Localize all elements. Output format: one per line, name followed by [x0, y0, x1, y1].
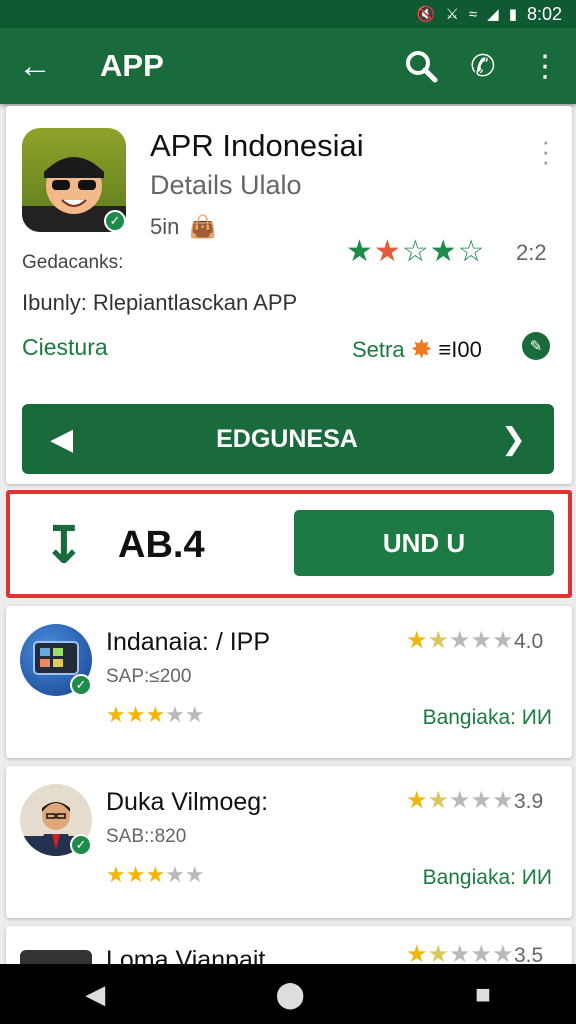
signal-icon: ◢ — [487, 6, 499, 23]
chevron-left-icon[interactable]: ◀ — [50, 422, 73, 457]
carousel-label: EDGUNESA — [216, 424, 358, 453]
download-value: AB.4 — [118, 524, 205, 566]
nav-recents-icon[interactable]: ■ — [475, 979, 491, 1010]
download-row: ↧ AB.4 UND U — [6, 490, 572, 598]
setra-value: ≡I00 — [438, 336, 482, 362]
app-title: APR Indonesiai — [150, 128, 364, 163]
phone-icon[interactable]: ✆ — [452, 35, 514, 97]
list-item-subtitle: SAP:≤200 — [106, 666, 192, 687]
list-item-rating: 3.5 — [514, 944, 544, 966]
list-item-title: Duka Vilmoeɡ: — [106, 788, 269, 816]
list-item-rating-stars: ★★★★★ — [406, 627, 514, 654]
app-description: Ibunly: Rlepiantlasckan APP — [22, 290, 298, 315]
list-item[interactable]: Loma Vianpait ★★★★★ 3.5 — [6, 926, 572, 966]
app-size: 5in 👜 — [150, 214, 217, 240]
app-category[interactable]: Ciestura — [22, 334, 108, 361]
list-item-stars: ★★★★★ — [106, 702, 205, 727]
list-item-tag[interactable]: Bangiaka: ИИ — [423, 706, 552, 730]
list-item-rating: 3.9 — [514, 790, 544, 813]
list-item[interactable]: ✓ Indanaia: / IPP SAP:≤200 ★★★★★ ★★★★★ 4… — [6, 606, 572, 758]
list-item-stars: ★★★★★ — [106, 862, 205, 887]
list-item-rating-stars: ★★★★★ — [406, 941, 514, 966]
rating-value: 2:2 — [516, 240, 547, 265]
status-bar: 🔇 ⚔ ≈ ◢ ▮ 8:02 — [0, 0, 576, 28]
setra-info: Setra ✸ ≡I00 — [352, 334, 482, 365]
list-item-subtitle: SAB::820 — [106, 826, 187, 847]
setra-label: Setra — [352, 336, 405, 362]
carousel-nav-button[interactable]: ◀ EDGUNESA ❯ — [22, 404, 554, 474]
vibrate-icon: ⚔ — [445, 6, 459, 23]
list-item-rating-stars: ★★★★★ — [406, 787, 514, 814]
badge-burst-icon: ✸ — [410, 334, 433, 364]
verified-badge-icon: ✓ — [104, 210, 126, 232]
bag-icon: 👜 — [189, 214, 217, 239]
back-arrow-icon[interactable]: ← — [0, 47, 70, 86]
verified-badge-icon: ✓ — [70, 674, 92, 696]
app-bar: ← APP ✆ ⋮ — [0, 28, 576, 104]
chevron-right-icon[interactable]: ❯ — [501, 422, 526, 457]
battery-icon: ▮ — [508, 6, 517, 23]
status-time: 8:02 — [526, 3, 562, 24]
list-item[interactable]: ✓ Duka Vilmoeɡ: SAB::820 ★★★★★ ★★★★★ 3.9… — [6, 766, 572, 918]
app-subtitle: Details Ulalo — [150, 170, 302, 200]
list-item-title: Loma Vianpait — [106, 946, 266, 966]
rating-stars: ★★☆★☆ — [346, 235, 486, 268]
download-button[interactable]: UND U — [294, 510, 554, 576]
mute-icon: 🔇 — [416, 6, 436, 23]
list-item-title: Indanaia: / IPP — [106, 628, 271, 656]
detail-label: Gedacanks: — [22, 252, 124, 273]
wifi-icon: ≈ — [468, 5, 478, 23]
app-size-value: 5in — [150, 214, 180, 239]
more-vert-icon[interactable]: ⋮ — [514, 35, 576, 97]
edit-icon[interactable]: ✎ — [522, 332, 550, 360]
search-icon[interactable] — [390, 35, 452, 97]
verified-badge-icon: ✓ — [70, 834, 92, 856]
nav-home-icon[interactable]: ⬤ — [276, 979, 305, 1010]
card-menu-icon[interactable]: · · · — [541, 128, 550, 174]
list-item-rating: 4.0 — [514, 630, 544, 653]
nav-back-icon[interactable]: ◀ — [85, 979, 105, 1010]
page-title: APP — [100, 48, 164, 83]
download-arrow-icon: ↧ — [42, 517, 86, 575]
list-item-tag[interactable]: Bangiaka: ИИ — [423, 866, 552, 890]
system-nav-bar: ◀ ⬤ ■ — [0, 964, 576, 1024]
app-detail-card: ✓ APR Indonesiai Details Ulalo · · · 5in 👜… — [6, 106, 572, 484]
